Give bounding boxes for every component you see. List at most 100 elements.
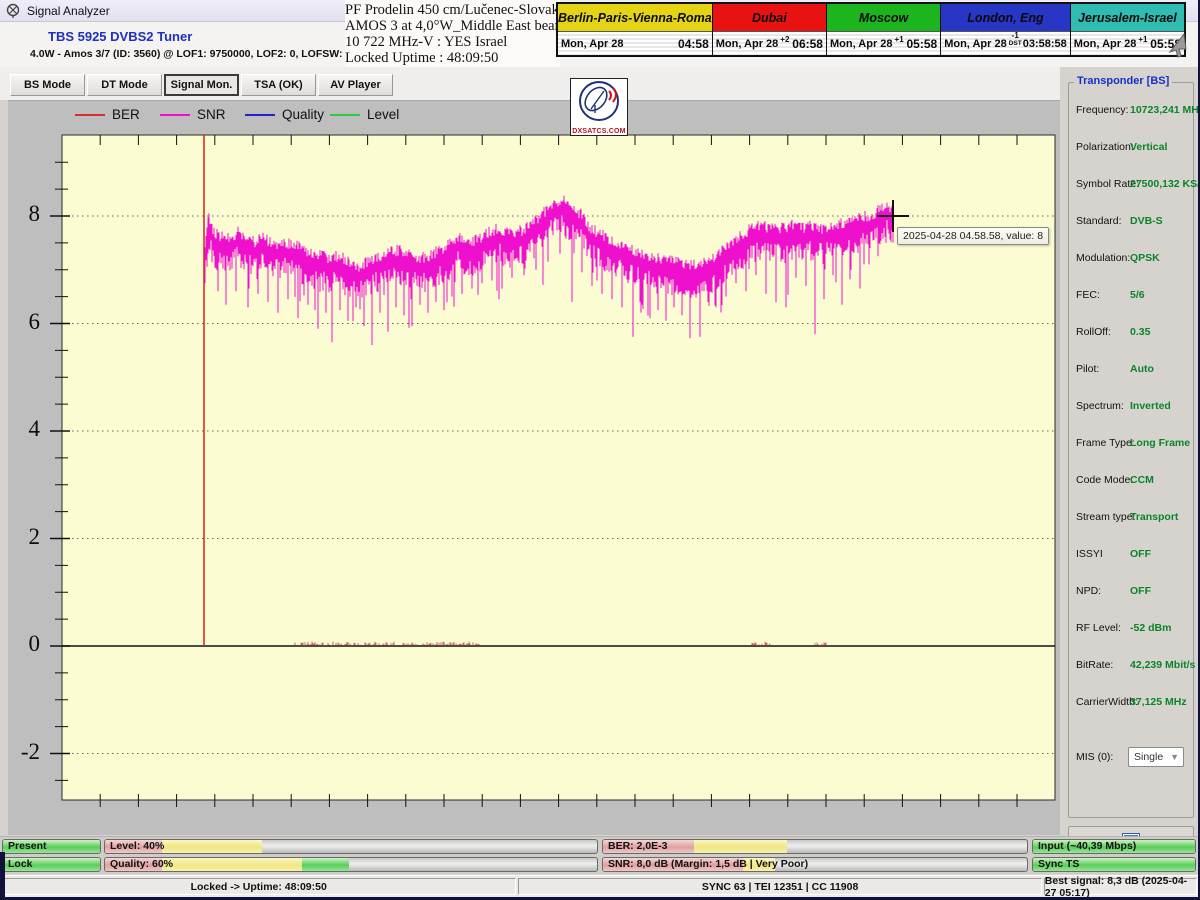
y-axis-label: 2 bbox=[2, 524, 40, 550]
clock-city-label: London, Eng bbox=[941, 4, 1070, 32]
tab-tsa-ok-[interactable]: TSA (OK) bbox=[241, 74, 316, 96]
clock-column: MoscowMon, Apr 28+105:58 bbox=[827, 4, 941, 55]
dxsatcs-logo: DXSATCS.COM bbox=[570, 78, 628, 136]
tab-bs-mode[interactable]: BS Mode bbox=[10, 74, 85, 96]
transponder-value: Long Frame bbox=[1130, 437, 1190, 449]
tab-signal-mon-[interactable]: Signal Mon. bbox=[164, 74, 239, 96]
transponder-value: 5/6 bbox=[1130, 289, 1145, 301]
clock-date: Mon, Apr 28 bbox=[944, 38, 1007, 50]
transponder-label: NPD: bbox=[1076, 585, 1101, 597]
offset-value: -1 bbox=[1012, 31, 1019, 40]
transponder-value: CCM bbox=[1130, 474, 1154, 486]
app-satellite-icon bbox=[6, 3, 21, 18]
gauge-level: Level: 40% bbox=[104, 839, 598, 854]
clock-time-row: Mon, Apr 28+206:58 bbox=[713, 32, 826, 55]
legend-color-line bbox=[245, 114, 275, 116]
site-info-line: Locked Uptime : 48:09:50 bbox=[345, 50, 560, 66]
desktop-edge-left bbox=[0, 852, 5, 900]
clock-utc-offset: +1 bbox=[895, 36, 904, 43]
transponder-label: Pilot: bbox=[1076, 363, 1099, 375]
clock-city-label: Berlin-Paris-Vienna-Roma bbox=[558, 4, 712, 32]
y-axis-label: 4 bbox=[2, 416, 40, 442]
legend-item-ber: BER bbox=[75, 107, 140, 122]
transponder-value: Transport bbox=[1130, 511, 1178, 523]
clock-column: Berlin-Paris-Vienna-Roma Mon, Apr 28 04:58 bbox=[558, 4, 713, 55]
y-axis-label: 0 bbox=[2, 631, 40, 657]
transponder-label: Frame Type: bbox=[1076, 437, 1135, 449]
offset-value: +1 bbox=[1138, 35, 1147, 44]
site-info-line: AMOS 3 at 4,0°W_Middle East beam bbox=[345, 18, 560, 34]
transponder-value: 27500,132 KS/s bbox=[1130, 178, 1200, 190]
statusbar-section: Best signal: 8,3 dB (2025-04-27 05:17) bbox=[1044, 878, 1197, 895]
y-axis-label: 8 bbox=[2, 201, 40, 227]
gauge-ber: BER: 2,0E-3 bbox=[602, 839, 1028, 854]
transponder-label: Modulation: bbox=[1076, 252, 1130, 264]
transponder-value: DVB-S bbox=[1130, 215, 1163, 227]
mis-dropdown[interactable]: Single ▼ bbox=[1128, 747, 1184, 767]
dst-flag: DST bbox=[1009, 40, 1022, 47]
status-bar: Locked -> Uptime: 48:09:50SYNC 63 | TEI … bbox=[0, 875, 1198, 897]
transponder-title: Transponder [BS] bbox=[1074, 75, 1172, 87]
legend-label: BER bbox=[112, 107, 140, 122]
gauge-input-40-39-mbps-: Input (~40,39 Mbps) bbox=[1032, 839, 1196, 854]
gauge-snr: SNR: 8,0 dB (Margin: 1,5 dB | Very Poor) bbox=[602, 857, 1028, 872]
transponder-label: Frequency: bbox=[1076, 104, 1129, 116]
gauge-segment-green bbox=[302, 858, 349, 871]
transponder-label: Standard: bbox=[1076, 215, 1122, 227]
transponder-value: Auto bbox=[1130, 363, 1154, 375]
legend-item-level: Level bbox=[330, 107, 399, 122]
transponder-label: BitRate: bbox=[1076, 659, 1113, 671]
satellite-dish-logo-icon bbox=[571, 79, 627, 123]
clock-utc-offset: +1 bbox=[1138, 36, 1147, 43]
tuner-name: TBS 5925 DVBS2 Tuner bbox=[48, 29, 192, 44]
legend-item-quality: Quality bbox=[245, 107, 324, 122]
site-info-block: PF Prodelin 450 cm/Lučenec-SlovakiaAMOS … bbox=[345, 0, 560, 67]
y-axis-label: -2 bbox=[2, 739, 40, 765]
clock-city-label: Moscow bbox=[827, 4, 940, 32]
transponder-value: Inverted bbox=[1130, 400, 1171, 412]
gauge-present: Present bbox=[2, 839, 101, 854]
clock-utc-offset: -1DST bbox=[1009, 32, 1022, 47]
tuner-details: 4.0W - Amos 3/7 (ID: 3560) @ LOF1: 97500… bbox=[30, 48, 351, 60]
clock-utc-offset: +2 bbox=[780, 36, 789, 43]
clock-column: DubaiMon, Apr 28+206:58 bbox=[713, 4, 827, 55]
offset-value: +1 bbox=[895, 35, 904, 44]
clock-city-label: Dubai bbox=[713, 4, 826, 32]
clock-city-label: Jerusalem-Israel bbox=[1071, 4, 1184, 32]
offset-value: +2 bbox=[780, 35, 789, 44]
site-info-line: 10 722 MHz-V : YES Israel bbox=[345, 34, 560, 50]
gauge-label: SNR: 8,0 dB (Margin: 1,5 dB | Very Poor) bbox=[608, 858, 808, 871]
transponder-value: 42,239 Mbit/s bbox=[1130, 659, 1195, 671]
transponder-label: CarrierWidth: bbox=[1076, 696, 1138, 708]
transponder-label: Stream type: bbox=[1076, 511, 1136, 523]
transponder-value: OFF bbox=[1130, 548, 1151, 560]
tab-av-player[interactable]: AV Player bbox=[318, 74, 393, 96]
clock-time-row: Mon, Apr 28+105:58 bbox=[827, 32, 940, 55]
clock-time: 03:58:58 bbox=[1023, 38, 1067, 50]
clock-time: 04:58 bbox=[678, 37, 709, 51]
clock-date: Mon, Apr 28 bbox=[1074, 38, 1137, 50]
site-info-line: PF Prodelin 450 cm/Lučenec-Slovakia bbox=[345, 2, 560, 18]
window-title: Signal Analyzer bbox=[27, 4, 110, 18]
legend-label: Level bbox=[367, 107, 399, 122]
gauge-label: Input (~40,39 Mbps) bbox=[1038, 840, 1136, 853]
chevron-down-icon: ▼ bbox=[1170, 752, 1179, 762]
clock-time: 06:58 bbox=[792, 37, 823, 51]
transponder-label: Spectrum: bbox=[1076, 400, 1124, 412]
clock-date: Mon, Apr 28 bbox=[561, 38, 624, 50]
gauge-label: Quality: 60% bbox=[110, 858, 173, 871]
gauge-label: Sync TS bbox=[1038, 858, 1079, 871]
transponder-value: -52 dBm bbox=[1130, 622, 1171, 634]
gauge-label: Lock bbox=[8, 858, 33, 871]
gauge-label: Present bbox=[8, 840, 47, 853]
clock-time-row: Mon, Apr 28 04:58 bbox=[558, 32, 712, 55]
mis-selected-value: Single bbox=[1134, 751, 1163, 763]
transponder-label: Polarization: bbox=[1076, 141, 1134, 153]
legend-label: SNR bbox=[197, 107, 226, 122]
transponder-value: 10723,241 MHz bbox=[1130, 104, 1200, 116]
clock-time-row: Mon, Apr 28-1DST03:58:58 bbox=[941, 32, 1070, 55]
tab-dt-mode[interactable]: DT Mode bbox=[87, 74, 162, 96]
gauge-lock: Lock bbox=[2, 857, 101, 872]
statusbar-section: SYNC 63 | TEI 12351 | CC 11908 bbox=[518, 878, 1041, 895]
statusbar-section: Locked -> Uptime: 48:09:50 bbox=[1, 878, 516, 895]
